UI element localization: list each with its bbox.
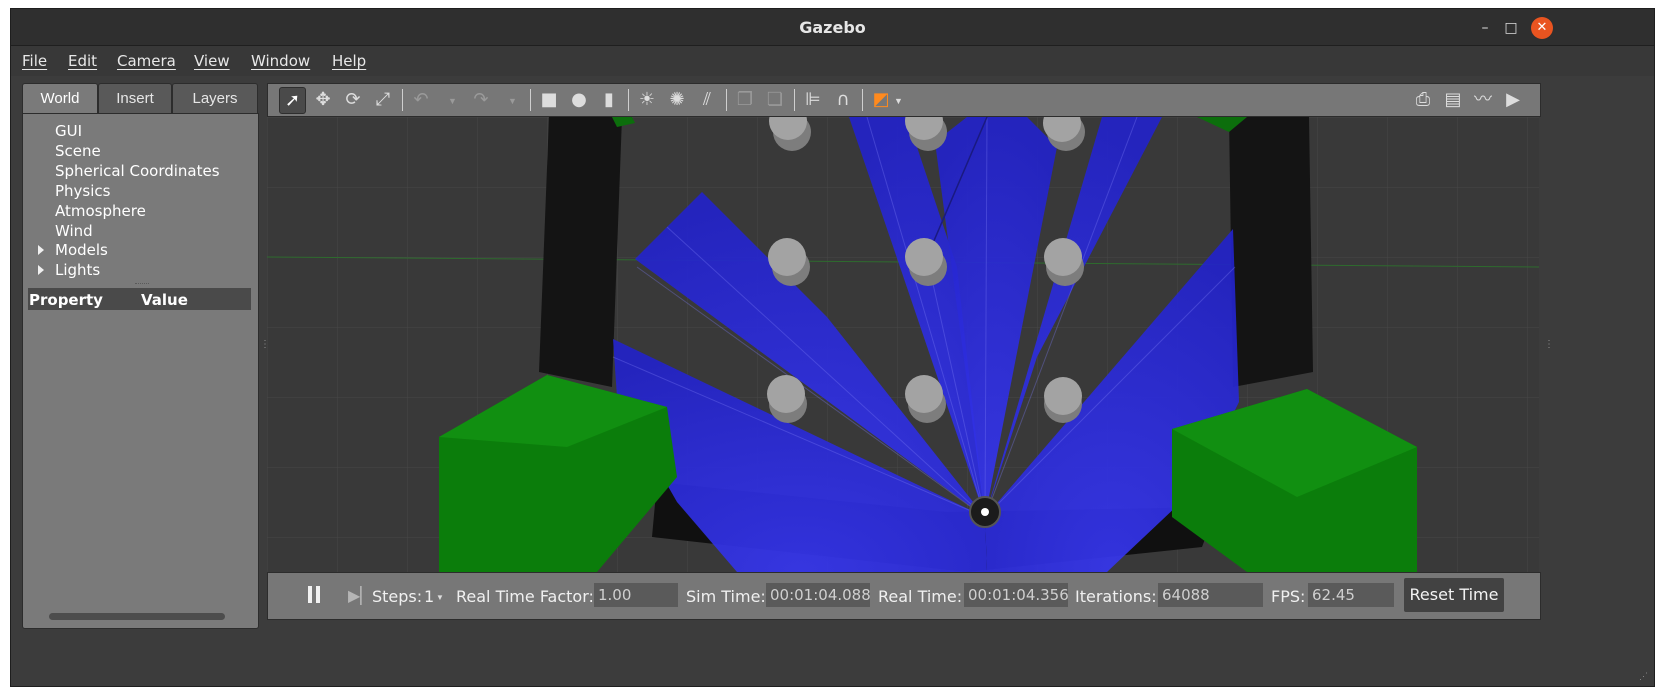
fps-label: FPS: bbox=[1271, 587, 1306, 606]
tree-item-lights[interactable]: Lights bbox=[55, 261, 100, 279]
translate-icon[interactable]: ✥ bbox=[310, 87, 336, 113]
real-time-factor-label: Real Time Factor: bbox=[456, 587, 594, 606]
right-wall bbox=[1229, 117, 1313, 387]
scale-icon[interactable]: ⤢ bbox=[370, 87, 396, 113]
panel-splitter-icon[interactable]: ⋮ bbox=[1544, 339, 1554, 350]
sphere-icon[interactable]: ● bbox=[566, 87, 592, 113]
chevron-down-icon[interactable]: ▼ bbox=[436, 593, 444, 602]
left-panel: World Insert Layers GUI Scene Spherical … bbox=[22, 83, 259, 629]
chevron-down-icon[interactable]: ▼ bbox=[448, 96, 457, 106]
tab-insert[interactable]: Insert bbox=[98, 83, 172, 114]
maximize-button[interactable]: □ bbox=[1500, 17, 1522, 39]
video-record-icon[interactable]: ▶ bbox=[1500, 87, 1526, 113]
tree-item-models[interactable]: Models bbox=[55, 241, 108, 259]
robot-sensor bbox=[981, 508, 989, 516]
steps-value[interactable]: 1 bbox=[424, 587, 434, 606]
menu-window[interactable]: Window bbox=[251, 52, 310, 70]
property-table-header: Property Value bbox=[28, 288, 251, 310]
tree-item-gui[interactable]: GUI bbox=[55, 122, 82, 140]
menu-help[interactable]: Help bbox=[332, 52, 366, 70]
screenshot-icon[interactable]: ⎙ bbox=[1410, 87, 1436, 113]
redo-icon[interactable]: ↷ bbox=[468, 87, 494, 113]
align-icon[interactable]: ⊫ bbox=[800, 87, 826, 113]
pause-icon[interactable] bbox=[308, 586, 312, 603]
simulation-status-bar: ▶▏ Steps: 1 ▼ Real Time Factor: 1.00 Sim… bbox=[267, 572, 1541, 620]
cylinder-icon[interactable]: ▮ bbox=[596, 87, 622, 113]
scene-render[interactable] bbox=[267, 117, 1539, 572]
left-wall bbox=[539, 117, 622, 387]
tree-item-physics[interactable]: Physics bbox=[55, 182, 110, 200]
expand-arrow-icon[interactable] bbox=[38, 245, 44, 255]
menu-file[interactable]: File bbox=[22, 52, 47, 70]
toolbar-separator bbox=[794, 89, 795, 111]
minimize-button[interactable]: – bbox=[1474, 17, 1496, 39]
toolbar-separator bbox=[726, 89, 727, 111]
menu-camera[interactable]: Camera bbox=[117, 52, 176, 70]
tree-item-atmosphere[interactable]: Atmosphere bbox=[55, 202, 146, 220]
menu-view[interactable]: View bbox=[194, 52, 230, 70]
tree-item-scene[interactable]: Scene bbox=[55, 142, 101, 160]
tree-item-spherical-coordinates[interactable]: Spherical Coordinates bbox=[55, 162, 220, 180]
window-title: Gazebo bbox=[799, 18, 866, 37]
sim-time-label: Sim Time: bbox=[686, 587, 766, 606]
view-angle-icon[interactable]: ◩ bbox=[868, 87, 894, 113]
toolbar: ➚ ✥ ⟳ ⤢ ↶ ▼ ↷ ▼ ■ ● ▮ ☀ ✺ ⫽ ❐ ❏ ⊫ ∩ ◩ ▼ … bbox=[267, 83, 1541, 117]
menu-bar: File Edit Camera View Window Help bbox=[11, 46, 1654, 76]
splitter-handle[interactable] bbox=[135, 283, 149, 286]
value-column-header: Value bbox=[141, 291, 188, 309]
sim-time-value: 00:01:04.088 bbox=[766, 583, 871, 607]
resize-grip-icon[interactable]: ⋰ bbox=[1639, 671, 1648, 682]
point-light-icon[interactable]: ☀ bbox=[634, 87, 660, 113]
close-button[interactable]: ✕ bbox=[1531, 17, 1553, 39]
paste-icon[interactable]: ❏ bbox=[762, 87, 788, 113]
3d-viewport[interactable] bbox=[267, 117, 1539, 572]
tab-world[interactable]: World bbox=[22, 83, 98, 114]
pause-icon-bar[interactable] bbox=[316, 586, 320, 603]
copy-icon[interactable]: ❐ bbox=[732, 87, 758, 113]
title-bar: Gazebo – □ ✕ bbox=[11, 9, 1654, 46]
rotate-icon[interactable]: ⟳ bbox=[340, 87, 366, 113]
iterations-value: 64088 bbox=[1158, 583, 1263, 607]
undo-icon[interactable]: ↶ bbox=[408, 87, 434, 113]
directional-light-icon[interactable]: ⫽ bbox=[694, 87, 720, 113]
chevron-down-icon[interactable]: ▼ bbox=[508, 96, 517, 106]
horizontal-scrollbar[interactable] bbox=[49, 613, 225, 620]
steps-label: Steps: bbox=[372, 587, 423, 606]
plot-icon[interactable]: 〰 bbox=[1470, 87, 1496, 113]
step-icon[interactable]: ▶▏ bbox=[348, 586, 373, 606]
fps-value: 62.45 bbox=[1308, 583, 1394, 607]
toolbar-separator bbox=[402, 89, 403, 111]
real-time-value: 00:01:04.356 bbox=[964, 583, 1069, 607]
tab-layers[interactable]: Layers bbox=[172, 83, 258, 114]
real-time-label: Real Time: bbox=[878, 587, 963, 606]
property-column-header: Property bbox=[29, 291, 103, 309]
spot-light-icon[interactable]: ✺ bbox=[664, 87, 690, 113]
toolbar-separator bbox=[862, 89, 863, 111]
reset-time-button[interactable]: Reset Time bbox=[1404, 578, 1504, 612]
box-icon[interactable]: ■ bbox=[536, 87, 562, 113]
log-icon[interactable]: ▤ bbox=[1440, 87, 1466, 113]
snap-magnet-icon[interactable]: ∩ bbox=[830, 87, 856, 113]
gazebo-window: Gazebo – □ ✕ File Edit Camera View Windo… bbox=[10, 8, 1655, 687]
select-arrow-icon[interactable]: ➚ bbox=[279, 87, 306, 114]
real-time-factor-value: 1.00 bbox=[594, 583, 678, 607]
toolbar-separator bbox=[530, 89, 531, 111]
menu-edit[interactable]: Edit bbox=[68, 52, 97, 70]
chevron-down-icon[interactable]: ▼ bbox=[894, 96, 903, 106]
iterations-label: Iterations: bbox=[1075, 587, 1157, 606]
toolbar-separator bbox=[628, 89, 629, 111]
world-tree-panel: GUI Scene Spherical Coordinates Physics … bbox=[22, 113, 259, 629]
tree-item-wind[interactable]: Wind bbox=[55, 222, 93, 240]
expand-arrow-icon[interactable] bbox=[38, 265, 44, 275]
